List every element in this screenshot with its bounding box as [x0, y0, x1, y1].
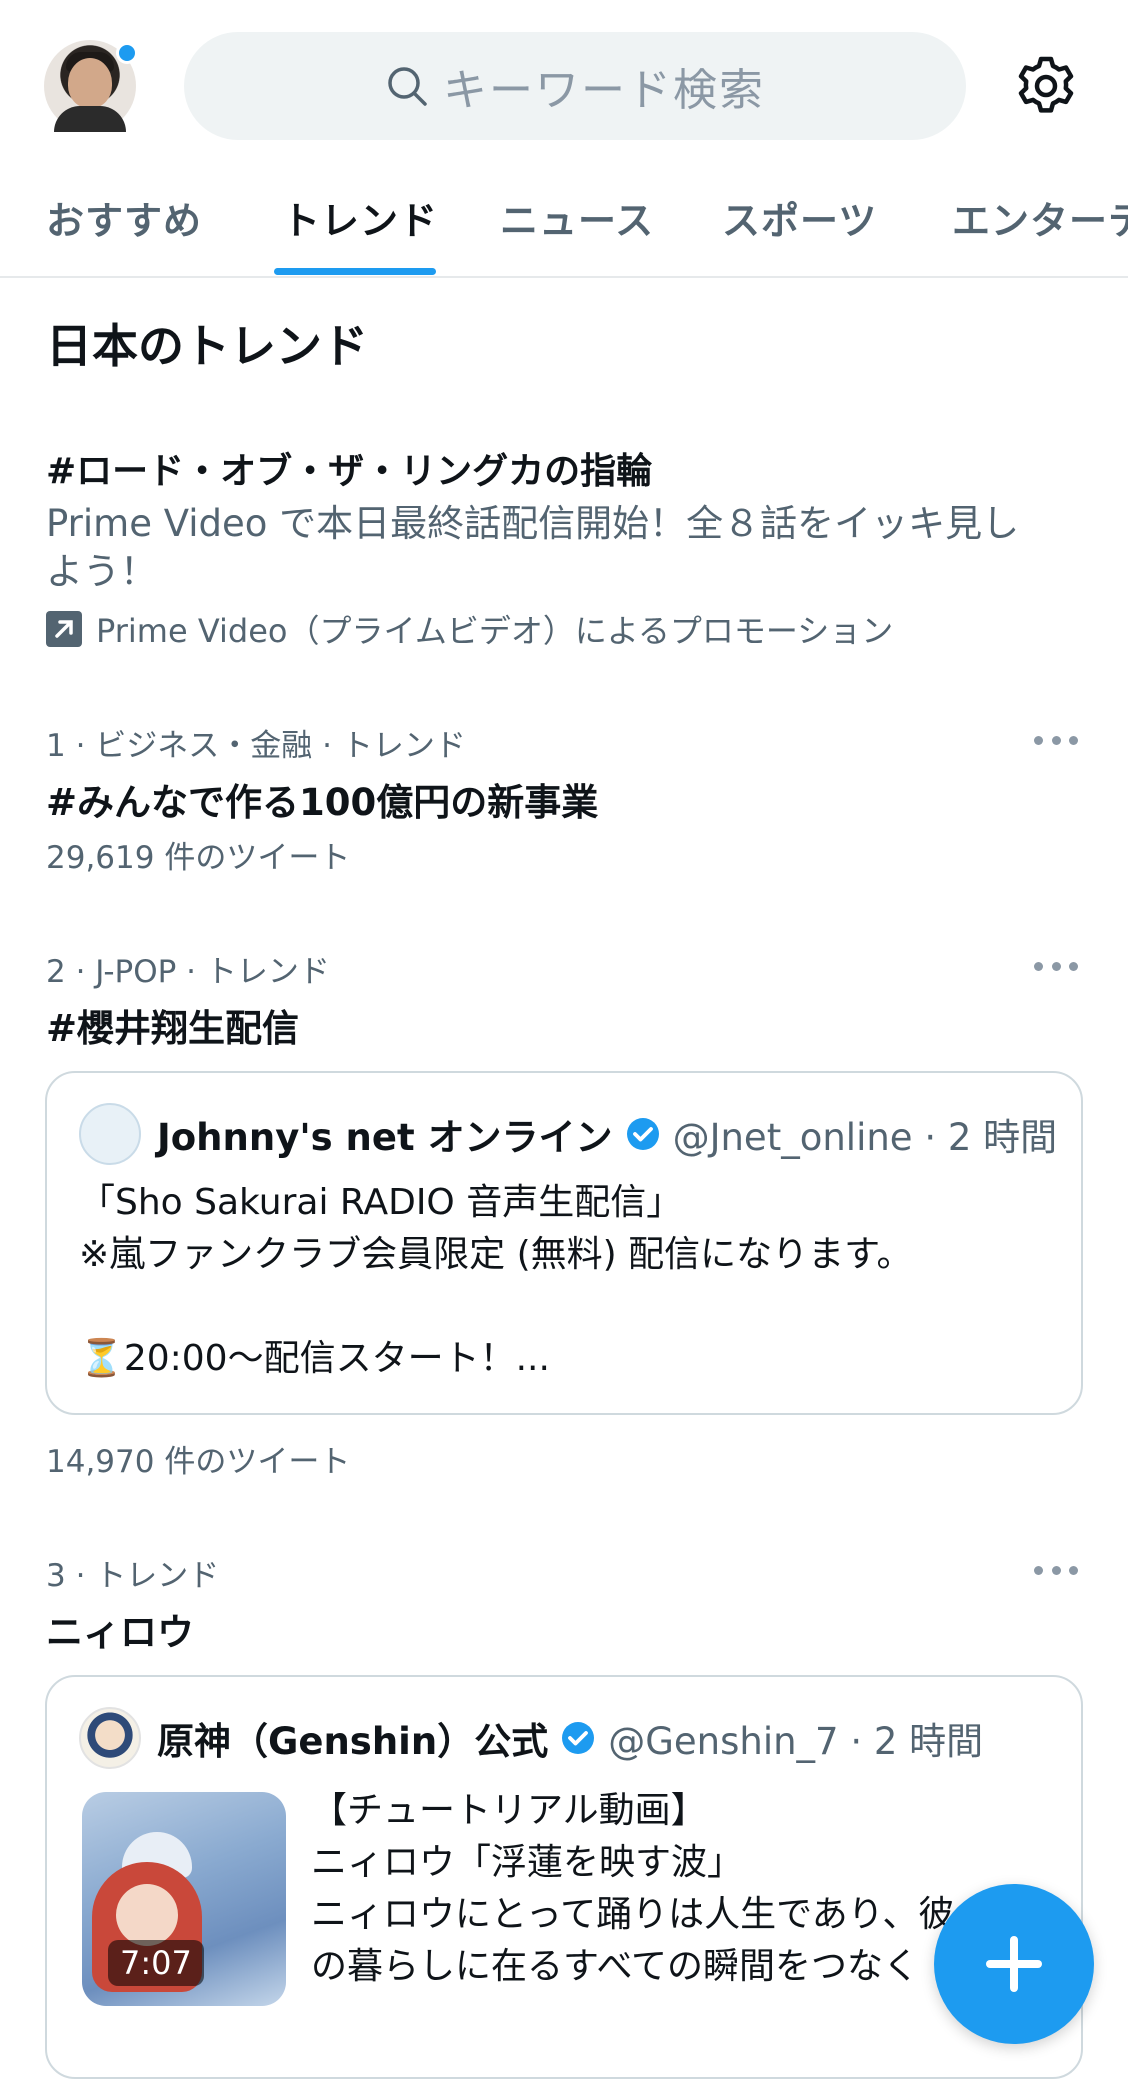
- tweet-line: ニィロウ「浮蓮を映す波」: [311, 1842, 744, 1883]
- search-input[interactable]: キーワード検索: [184, 32, 966, 140]
- trend-meta: 3 · トレンド: [46, 1558, 220, 1594]
- account-name: 原神（Genshin）公式: [157, 1720, 549, 1763]
- video-thumbnail[interactable]: 7:07: [82, 1792, 286, 2006]
- thumbnail-figure-face: [116, 1884, 178, 1946]
- promoted-trend-description: Prime Video で本日最終話配信開始！全８話をイッキ見しよう！: [46, 502, 1020, 593]
- section-title: 日本のトレンド: [46, 319, 368, 373]
- account-avatar: [79, 1103, 141, 1165]
- tweet-header: Johnny's net オンライン @Jnet_online · 2 時間: [79, 1103, 1057, 1165]
- notification-dot: [116, 42, 138, 64]
- trend-meta: 2 · J-POP · トレンド: [46, 954, 330, 990]
- account-avatar: [79, 1707, 141, 1769]
- promoted-trend-title[interactable]: #ロード・オブ・ザ・リングカの指輪: [46, 442, 652, 494]
- trend-name[interactable]: #櫻井翔生配信: [46, 998, 299, 1052]
- tweet-line: ※嵐ファンクラブ会員限定 (無料) 配信になります。: [79, 1234, 913, 1275]
- verified-badge-icon: [562, 1722, 595, 1754]
- promoted-arrow-icon: [46, 611, 82, 647]
- account-name: Johnny's net オンライン: [157, 1116, 613, 1159]
- tweet-line: [79, 1281, 913, 1333]
- tweet-header: 原神（Genshin）公式 @Genshin_7 · 2 時間: [79, 1707, 983, 1769]
- compose-button[interactable]: [934, 1884, 1094, 2044]
- tab-entertainment[interactable]: エンターテ: [952, 190, 1128, 245]
- trend-meta: 1 · ビジネス・金融 · トレンド: [46, 728, 466, 764]
- trend-tweet-count: 14,970 件のツイート: [46, 1444, 351, 1480]
- tab-news[interactable]: ニュース: [500, 190, 654, 245]
- tab-recommended[interactable]: おすすめ: [46, 190, 202, 245]
- account-handle-time: @Genshin_7 · 2 時間: [608, 1720, 984, 1763]
- more-options-icon[interactable]: [1034, 960, 1078, 972]
- tweet-line: 【チュートリアル動画】: [311, 1790, 707, 1831]
- avatar-face: [68, 58, 112, 108]
- promoted-by: Prime Video（プライムビデオ）によるプロモーション: [46, 606, 893, 652]
- verified-badge-icon: [626, 1118, 659, 1150]
- active-tab-indicator: [274, 268, 436, 275]
- user-avatar[interactable]: [44, 40, 138, 132]
- video-duration: 7:07: [108, 1940, 204, 1986]
- account-handle-time: @Jnet_online · 2 時間: [672, 1116, 1058, 1159]
- tweet-line: ⏳20:00〜配信スタート！...: [79, 1338, 550, 1379]
- tweet-line: ニィロウにとって踊りは人生であり、彼: [311, 1894, 955, 1935]
- plus-icon-stroke: [1010, 1936, 1018, 1992]
- tab-trending[interactable]: トレンド: [282, 190, 438, 245]
- search-placeholder: キーワード検索: [443, 65, 765, 116]
- more-options-icon[interactable]: [1034, 1564, 1078, 1576]
- trend-name[interactable]: #みんなで作る100億円の新事業: [46, 772, 598, 826]
- tab-sports[interactable]: スポーツ: [722, 190, 877, 245]
- tweet-text: 【チュートリアル動画】 ニィロウ「浮蓮を映す波」ニィロウにとって踊りは人生であり、…: [311, 1785, 954, 1993]
- search-icon: [388, 67, 427, 106]
- trend-tweet-count: 29,619 件のツイート: [46, 840, 351, 876]
- tab-bar: おすすめ トレンド ニュース スポーツ エンターテ: [0, 176, 1128, 276]
- gear-icon[interactable]: [1014, 54, 1078, 118]
- trend-name[interactable]: ニィロウ: [46, 1602, 194, 1656]
- tweet-text: 「Sho Sakurai RADIO 音声生配信」 ※嵐ファンクラブ会員限定 (無…: [79, 1177, 913, 1385]
- avatar-shirt: [54, 106, 126, 132]
- tweet-line: の暮らしに在るすべての瞬間をつなく: [311, 1946, 920, 1987]
- promoted-by-text: Prime Video（プライムビデオ）によるプロモーション: [96, 612, 894, 650]
- tweet-line: 「Sho Sakurai RADIO 音声生配信」: [79, 1182, 683, 1223]
- more-options-icon[interactable]: [1034, 734, 1078, 746]
- tab-divider: [0, 276, 1128, 278]
- embedded-tweet-card[interactable]: Johnny's net オンライン @Jnet_online · 2 時間 「…: [45, 1071, 1083, 1415]
